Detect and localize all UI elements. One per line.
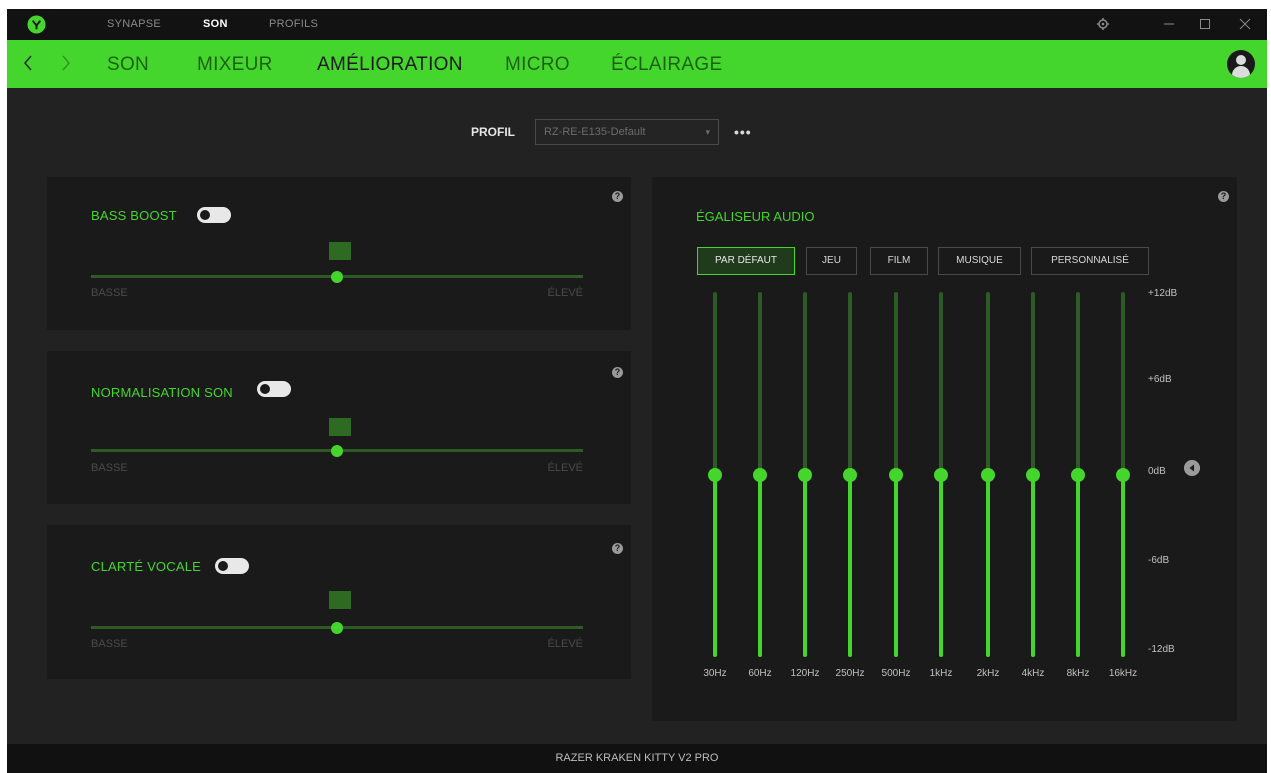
db-label-minus6: -6dB (1148, 555, 1170, 566)
eq-band-freq-label: 250Hz (835, 668, 865, 679)
tab-mixeur[interactable]: MIXEUR (197, 54, 273, 76)
preset-musique-button[interactable]: MUSIQUE (938, 247, 1021, 275)
eq-band-handle[interactable] (934, 467, 948, 482)
bass-boost-high-label: ÉLEVÉ (547, 287, 583, 299)
forward-arrow-icon[interactable] (59, 52, 73, 74)
maximize-icon[interactable] (1197, 16, 1213, 32)
eq-band-freq-label: 2kHz (976, 668, 1000, 679)
normalisation-high-label: ÉLEVÉ (547, 462, 583, 474)
device-name: RAZER KRAKEN KITTY V2 PRO (555, 752, 719, 764)
preset-personnalise-button[interactable]: PERSONNALISÉ (1031, 247, 1149, 275)
tab-bar: SON MIXEUR AMÉLIORATION MICRO ÉCLAIRAGE (7, 40, 1267, 88)
close-icon[interactable] (1237, 16, 1253, 32)
preset-film-button[interactable]: FILM (870, 247, 928, 275)
reset-arrow-icon[interactable] (1184, 460, 1200, 476)
eq-band-fill (986, 474, 990, 657)
tab-amelioration[interactable]: AMÉLIORATION (317, 54, 463, 76)
db-label-minus12: -12dB (1148, 644, 1175, 655)
eq-band-handle[interactable] (1071, 467, 1085, 482)
profile-dropdown[interactable]: RZ-RE-E135-Default ▾ (535, 119, 719, 145)
device-footer: RAZER KRAKEN KITTY V2 PRO (7, 744, 1267, 773)
profile-label: PROFIL (471, 125, 515, 139)
eq-band-handle[interactable] (1116, 467, 1130, 482)
eq-band-freq-label: 1kHz (929, 668, 953, 679)
nav-son[interactable]: SON (203, 18, 228, 30)
clarte-vocale-slider-handle[interactable] (331, 622, 343, 634)
clarte-vocale-panel: ? CLARTÉ VOCALE BASSE ÉLEVÉ (47, 525, 631, 679)
eq-band-fill (758, 474, 762, 657)
eq-band-fill (1031, 474, 1035, 657)
db-label-plus6: +6dB (1148, 374, 1172, 385)
bass-boost-slider-handle[interactable] (331, 271, 343, 283)
eq-band-fill (1076, 474, 1080, 657)
tab-son[interactable]: SON (107, 54, 149, 76)
normalisation-panel: ? NORMALISATION SON BASSE ÉLEVÉ (47, 351, 631, 504)
back-arrow-icon[interactable] (21, 52, 35, 74)
eq-band-handle[interactable] (753, 467, 767, 482)
eq-band-handle[interactable] (1026, 467, 1040, 482)
help-icon[interactable]: ? (612, 543, 623, 554)
minimize-icon[interactable] (1161, 16, 1177, 32)
eq-band-freq-label: 500Hz (881, 668, 911, 679)
synapse-window: SYNAPSE SON PROFILS SON MIXEUR AMÉLIORAT… (7, 9, 1267, 773)
title-bar: SYNAPSE SON PROFILS (7, 9, 1267, 40)
eq-band-fill (939, 474, 943, 657)
user-avatar-icon[interactable] (1227, 50, 1255, 78)
tab-eclairage[interactable]: ÉCLAIRAGE (611, 54, 722, 76)
bass-boost-value-box (329, 242, 351, 260)
eq-band-fill (848, 474, 852, 657)
help-icon[interactable]: ? (612, 191, 623, 202)
clarte-vocale-low-label: BASSE (91, 638, 128, 650)
eq-band-freq-label: 60Hz (748, 668, 772, 679)
chevron-down-icon: ▾ (705, 127, 710, 137)
more-options-icon[interactable]: ••• (734, 124, 752, 140)
bass-boost-low-label: BASSE (91, 287, 128, 299)
normalisation-slider-handle[interactable] (331, 445, 343, 457)
help-icon[interactable]: ? (612, 367, 623, 378)
help-icon[interactable]: ? (1218, 191, 1229, 202)
eq-band-freq-label: 8kHz (1066, 668, 1090, 679)
bass-boost-title: BASS BOOST (91, 208, 177, 223)
db-label-0: 0dB (1148, 466, 1166, 477)
eq-band-handle[interactable] (889, 467, 903, 482)
eq-band-handle[interactable] (981, 467, 995, 482)
normalisation-low-label: BASSE (91, 462, 128, 474)
bass-boost-toggle[interactable] (197, 207, 231, 223)
razer-logo-icon (27, 15, 46, 34)
preset-default-button[interactable]: PAR DÉFAUT (697, 247, 795, 275)
normalisation-value-box (329, 418, 351, 436)
eq-band-fill (713, 474, 717, 657)
eq-band-freq-label: 4kHz (1021, 668, 1045, 679)
profile-value: RZ-RE-E135-Default (544, 126, 646, 138)
bass-boost-panel: ? BASS BOOST BASSE ÉLEVÉ (47, 177, 631, 330)
settings-gear-icon[interactable] (1095, 16, 1111, 32)
eq-band-fill (803, 474, 807, 657)
equalizer-panel: ? ÉGALISEUR AUDIO PAR DÉFAUT JEU FILM MU… (652, 177, 1237, 721)
normalisation-title: NORMALISATION SON (91, 385, 233, 400)
equalizer-title: ÉGALISEUR AUDIO (696, 209, 815, 224)
clarte-vocale-high-label: ÉLEVÉ (547, 638, 583, 650)
eq-band-handle[interactable] (798, 467, 812, 482)
nav-synapse[interactable]: SYNAPSE (107, 18, 161, 30)
eq-band-freq-label: 30Hz (703, 668, 727, 679)
eq-band-freq-label: 16kHz (1108, 668, 1138, 679)
normalisation-toggle[interactable] (257, 381, 291, 397)
tab-micro[interactable]: MICRO (505, 54, 570, 76)
eq-band-handle[interactable] (843, 467, 857, 482)
nav-profils[interactable]: PROFILS (269, 18, 318, 30)
preset-jeu-button[interactable]: JEU (806, 247, 857, 275)
clarte-vocale-toggle[interactable] (215, 558, 249, 574)
eq-band-fill (1121, 474, 1125, 657)
clarte-vocale-value-box (329, 591, 351, 609)
eq-band-handle[interactable] (708, 467, 722, 482)
eq-band-freq-label: 120Hz (790, 668, 820, 679)
eq-band-fill (894, 474, 898, 657)
clarte-vocale-title: CLARTÉ VOCALE (91, 559, 202, 574)
db-label-plus12: +12dB (1148, 288, 1178, 299)
